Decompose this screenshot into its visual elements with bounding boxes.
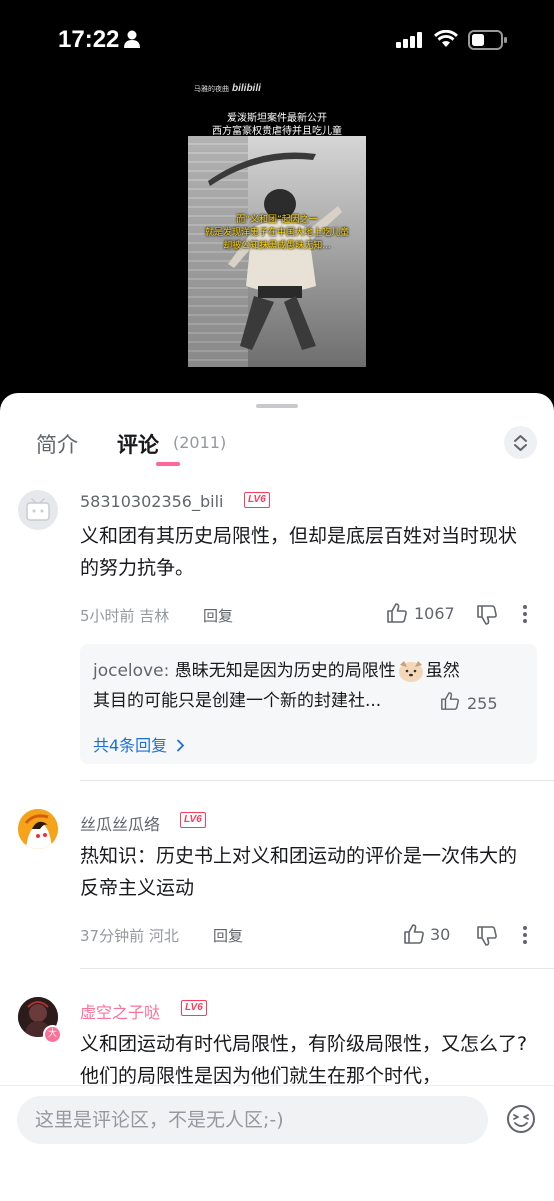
thumbs-up-icon[interactable] xyxy=(440,691,460,711)
drag-handle[interactable] xyxy=(256,404,298,408)
level-badge: LV6 xyxy=(244,492,270,508)
thumbs-up-icon[interactable] xyxy=(386,602,408,624)
video-caption-line: 而“义和团”起因之一 xyxy=(236,215,318,225)
avatar[interactable] xyxy=(18,490,58,530)
divider xyxy=(80,968,554,969)
expand-collapse-button[interactable] xyxy=(504,426,537,459)
sub-reply-line2: 其目的可能只是创建一个新的封建社... xyxy=(93,691,382,711)
more-icon[interactable] xyxy=(522,925,528,945)
tv-avatar-icon xyxy=(26,498,50,521)
thumbs-down-icon[interactable] xyxy=(476,604,498,626)
level-badge: LV6 xyxy=(180,812,206,828)
avatar[interactable] xyxy=(18,809,58,849)
video-frame: 而“义和团”起因之一 就是发现洋鬼子在中国大地上吃儿童 却被公知抹黑成愚昧无知.… xyxy=(188,136,366,367)
wifi-icon xyxy=(434,30,458,47)
tab-indicator xyxy=(156,462,180,466)
video-title-line: 爱泼斯坦案件最新公开 xyxy=(227,113,327,124)
chevron-right-icon xyxy=(177,739,185,752)
emoji-icon[interactable] xyxy=(505,1103,537,1135)
sub-like-count: 255 xyxy=(467,694,498,713)
tab-comments[interactable]: 评论 xyxy=(117,429,159,459)
vip-badge: 大 xyxy=(43,1025,62,1044)
video-caption-line: 就是发现洋鬼子在中国大地上吃儿童 xyxy=(204,228,349,238)
divider xyxy=(80,780,554,781)
level-badge: LV6 xyxy=(181,1000,207,1016)
signal-icon xyxy=(396,32,422,48)
comment-count: (2011) xyxy=(173,433,227,452)
video-watermark: 马雅的夜曲 bilibili xyxy=(194,83,261,94)
sub-reply-user[interactable]: jocelove: xyxy=(93,661,169,681)
more-icon[interactable] xyxy=(522,604,528,624)
comment-text: 义和团运动有时代局限性，有阶级局限性，又怎么了?他们的局限性是因为他们就生在那个… xyxy=(80,1033,528,1084)
status-time: 17:22 xyxy=(58,26,120,53)
thumbs-down-icon[interactable] xyxy=(476,925,498,947)
video-player[interactable]: 马雅的夜曲 bilibili 爱泼斯坦案件最新公开 西方富豪权贵虐待并且吃儿童 而… xyxy=(0,80,554,400)
sub-reply-box[interactable]: jocelove: 愚昧无知是因为历史的局限性 虽然 其目的可能只是创建一个新的封… xyxy=(80,644,537,764)
view-replies-link[interactable]: 共4条回复 xyxy=(93,732,185,756)
sub-reply-line: jocelove: 愚昧无知是因为历史的局限性 虽然 xyxy=(93,661,460,682)
comment-meta: 37分钟前 河北 xyxy=(80,927,179,945)
comment-username[interactable]: 丝瓜丝瓜络 xyxy=(80,811,160,835)
comment-text: 义和团有其历史局限性，但却是底层百姓对当时现状的努力抗争。 xyxy=(80,525,518,579)
person-icon xyxy=(124,30,140,48)
reply-button[interactable]: 回复 xyxy=(203,605,233,626)
tab-intro[interactable]: 简介 xyxy=(36,429,78,459)
battery-icon xyxy=(468,30,507,50)
comment-username[interactable]: 58310302356_bili xyxy=(80,492,223,511)
comment-input-bar xyxy=(0,1085,554,1201)
comment-username[interactable]: 虚空之子哒 xyxy=(80,999,160,1023)
avatar-image xyxy=(18,809,58,849)
like-count: 30 xyxy=(430,925,451,944)
thumbs-up-icon[interactable] xyxy=(403,923,425,945)
video-caption-line: 却被公知抹黑成愚昧无知... xyxy=(223,241,331,251)
like-count: 1067 xyxy=(414,604,455,623)
dog-emoji-icon xyxy=(398,661,423,682)
reply-button[interactable]: 回复 xyxy=(213,925,243,946)
comment-meta: 5小时前 吉林 xyxy=(80,607,170,625)
chevron-updown-icon xyxy=(514,435,527,451)
status-bar: 17:22 xyxy=(0,0,554,80)
comment-sheet: 简介 评论 (2011) 58310302356_bili LV6 义和团有其历… xyxy=(0,393,554,1201)
comment-text: 热知识：历史书上对义和团运动的评价是一次伟大的反帝主义运动 xyxy=(80,845,518,899)
comment-input[interactable] xyxy=(17,1096,488,1144)
